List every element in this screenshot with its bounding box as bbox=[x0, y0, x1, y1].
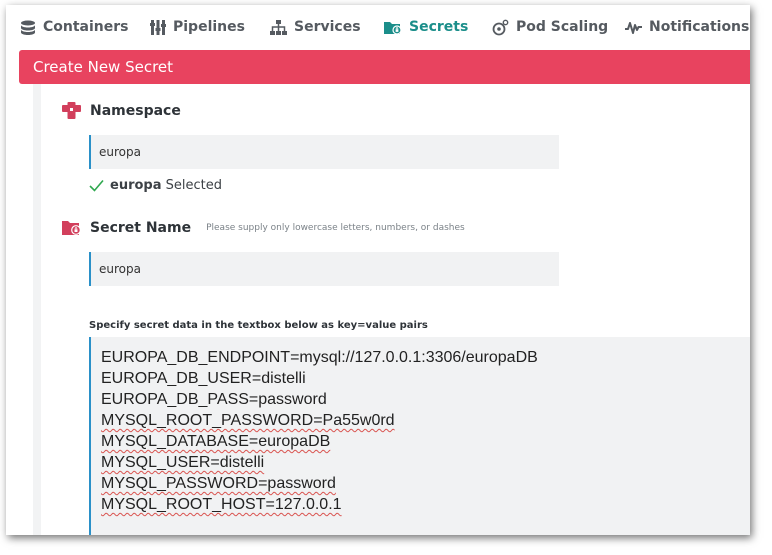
nav-label: Pod Scaling bbox=[516, 19, 609, 35]
activity-icon bbox=[625, 21, 642, 34]
nav-pod-scaling[interactable]: Pod Scaling bbox=[492, 5, 608, 49]
database-icon bbox=[21, 20, 35, 35]
nav-services[interactable]: Services bbox=[270, 5, 361, 49]
secret-data-line: EUROPA_DB_ENDPOINT=mysql://127.0.0.1:330… bbox=[101, 349, 538, 366]
pod-scaling-icon bbox=[492, 19, 509, 35]
secret-data-line: MYSQL_PASSWORD=password bbox=[101, 475, 336, 492]
secret-data-textarea[interactable]: EUROPA_DB_ENDPOINT=mysql://127.0.0.1:330… bbox=[89, 337, 750, 535]
create-secret-header: Create New Secret bbox=[19, 50, 750, 84]
nav-label: Containers bbox=[43, 19, 129, 35]
namespace-input[interactable]: europa bbox=[89, 135, 559, 169]
nav-notifications[interactable]: Notifications bbox=[625, 5, 749, 49]
pipelines-icon bbox=[150, 19, 166, 35]
selected-suffix: Selected bbox=[165, 178, 222, 193]
checkmark-icon bbox=[89, 179, 104, 192]
secret-folder-icon bbox=[62, 221, 81, 235]
secret-name-hint: Please supply only lowercase letters, nu… bbox=[206, 222, 465, 233]
secret-data-line: MYSQL_ROOT_HOST=127.0.0.1 bbox=[101, 496, 342, 513]
secret-data-line: EUROPA_DB_PASS=password bbox=[101, 391, 327, 408]
secret-data-line: EUROPA_DB_USER=distelli bbox=[101, 370, 306, 387]
secret-name-input-value: europa bbox=[99, 262, 141, 276]
nav-secrets[interactable]: Secrets bbox=[384, 5, 468, 49]
secret-name-label: Secret Name bbox=[90, 219, 192, 236]
nav-label: Notifications bbox=[649, 19, 750, 35]
secret-data-label: Specify secret data in the textbox below… bbox=[89, 320, 428, 331]
nav-label: Pipelines bbox=[173, 19, 245, 35]
app-window: Containers Pipelines Services Secrets Po… bbox=[6, 5, 750, 535]
nav-pipelines[interactable]: Pipelines bbox=[150, 5, 245, 49]
page-title: Create New Secret bbox=[33, 58, 174, 76]
namespace-input-value: europa bbox=[99, 145, 141, 159]
secret-name-section-label: Secret Name Please supply only lowercase… bbox=[62, 219, 465, 236]
secret-folder-icon bbox=[384, 21, 402, 35]
namespace-selected-status: europa Selected bbox=[89, 178, 222, 193]
nav-label: Secrets bbox=[409, 19, 469, 35]
secret-data-line: MYSQL_ROOT_PASSWORD=Pa55w0rd bbox=[101, 412, 395, 429]
selected-namespace-name: europa bbox=[110, 178, 162, 193]
secret-data-line: MYSQL_DATABASE=europaDB bbox=[101, 433, 331, 450]
namespace-section-label: Namespace bbox=[62, 102, 181, 119]
nav-label: Services bbox=[294, 19, 361, 35]
cubes-icon bbox=[62, 102, 81, 119]
nav-containers[interactable]: Containers bbox=[20, 5, 129, 49]
sitemap-icon bbox=[270, 19, 287, 35]
top-nav: Containers Pipelines Services Secrets Po… bbox=[6, 5, 750, 49]
namespace-label: Namespace bbox=[90, 102, 181, 119]
secret-data-line: MYSQL_USER=distelli bbox=[101, 454, 265, 471]
secret-name-input[interactable]: europa bbox=[89, 252, 559, 286]
